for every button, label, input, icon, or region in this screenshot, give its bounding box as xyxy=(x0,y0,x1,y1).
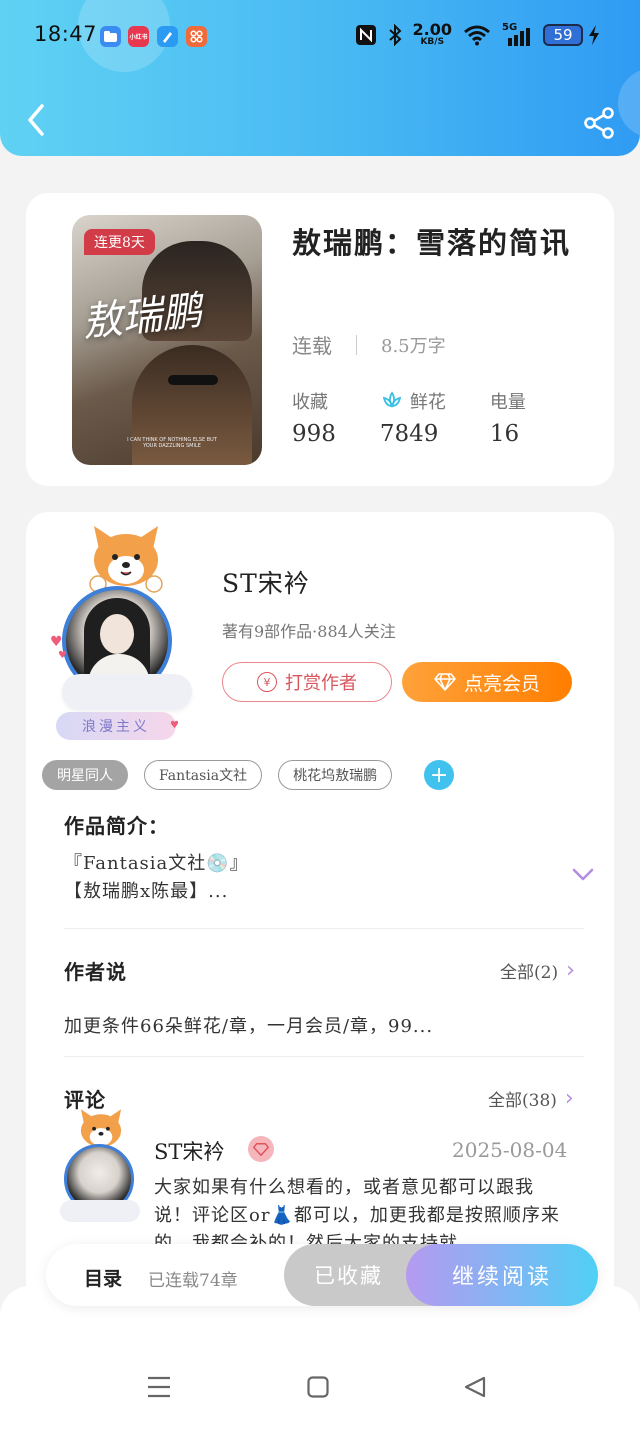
divider xyxy=(356,334,357,355)
continue-reading-button[interactable]: 继续阅读 xyxy=(406,1244,598,1306)
tag-item[interactable]: Fantasia文社 xyxy=(144,760,263,790)
read-label: 继续阅读 xyxy=(451,1265,552,1290)
author-card: ♥ ♥ 浪漫主义 ♥ ST宋衿 著有9部作品·884人关注 ¥ 打赏作者 点亮会… xyxy=(26,512,614,1312)
cover-glasses xyxy=(168,375,218,385)
chevron-right-icon: › xyxy=(564,1086,574,1111)
wifi-icon xyxy=(464,25,490,45)
vip-badge-icon xyxy=(248,1136,274,1162)
heart-icon: ♥ xyxy=(58,650,67,661)
system-nav-bar xyxy=(0,1286,640,1429)
book-stats: 收藏 998 鲜花 7849 电量 16 xyxy=(292,389,570,447)
read-action-bar: 目录 已连载74章 已收藏 继续阅读 xyxy=(46,1244,598,1306)
all-label: 全部(2) xyxy=(500,963,559,983)
yen-icon: ¥ xyxy=(257,672,277,692)
network-speed: 2.00 KB/S xyxy=(413,22,452,47)
home-icon[interactable] xyxy=(307,1376,329,1398)
stat-favorites: 收藏 998 xyxy=(292,389,336,447)
book-cover[interactable]: 敖瑞鹏 连更8天 I CAN THINK OF NOTHING ELSE BUT… xyxy=(72,215,262,465)
stat-flowers[interactable]: 鲜花 7849 xyxy=(380,389,446,447)
chevron-down-icon[interactable] xyxy=(572,868,594,882)
tip-label: 打赏作者 xyxy=(285,673,357,694)
intro-title: 作品简介： xyxy=(64,814,169,838)
share-icon[interactable] xyxy=(582,106,616,140)
word-count: 8.5万字 xyxy=(381,335,446,357)
toc-button[interactable]: 目录 xyxy=(84,1264,122,1291)
tag-item[interactable]: 明星同人 xyxy=(42,760,128,790)
files-app-icon xyxy=(100,26,121,47)
notes-app-icon xyxy=(157,26,178,47)
battery-level: 59 xyxy=(553,25,573,44)
author-avatar-frame[interactable]: ♥ ♥ 浪漫主义 ♥ xyxy=(50,524,210,740)
divider xyxy=(64,928,584,929)
lotus-icon xyxy=(382,391,402,408)
comments-all-link[interactable]: 全部(38) › xyxy=(488,1086,574,1111)
author-say-all-link[interactable]: 全部(2) › xyxy=(500,958,575,983)
intro-line: 『Fantasia文社💿』 xyxy=(64,853,249,874)
update-streak-badge: 连更8天 xyxy=(84,229,155,255)
chevron-left-icon[interactable] xyxy=(24,102,48,138)
cloud-decor xyxy=(62,674,192,710)
stat-value: 7849 xyxy=(379,421,439,447)
cover-caption: I CAN THINK OF NOTHING ELSE BUT YOUR DAZ… xyxy=(127,437,217,449)
cloud-decor xyxy=(60,1200,140,1222)
charging-icon xyxy=(589,24,599,45)
book-status: 连载 xyxy=(292,334,332,358)
book-info-card: 敖瑞鹏 连更8天 I CAN THINK OF NOTHING ELSE BUT… xyxy=(26,193,614,486)
tip-author-button[interactable]: ¥ 打赏作者 xyxy=(222,662,392,702)
author-say-title: 作者说 xyxy=(64,960,127,984)
cover-title: 敖瑞鹏 xyxy=(79,287,205,347)
book-meta: 连载 8.5万字 xyxy=(292,330,446,359)
commenter-name[interactable]: ST宋衿 xyxy=(154,1136,224,1166)
stat-label: 收藏 xyxy=(292,392,328,413)
grid-app-icon xyxy=(186,26,207,47)
speed-value: 2.00 xyxy=(412,20,452,39)
divider xyxy=(64,1056,584,1057)
nfc-icon xyxy=(355,24,376,45)
author-say-text[interactable]: 加更条件66朵鲜花/章，一月会员/章，99... xyxy=(64,1012,433,1038)
stat-power[interactable]: 电量 16 xyxy=(490,389,526,447)
corgi-frame-icon xyxy=(89,526,163,593)
author-stats: 著有9部作品·884人关注 xyxy=(222,622,396,641)
menu-icon[interactable] xyxy=(147,1376,171,1398)
chapter-count: 已连载74章 xyxy=(148,1271,238,1291)
add-tag-button[interactable]: + xyxy=(424,760,455,790)
status-bar: 18:47 小红书 2.00 KB/S 5G 59 xyxy=(0,0,640,72)
intro-text[interactable]: 『Fantasia文社💿』 【敖瑞鹏x陈最】... xyxy=(64,850,249,906)
status-icons: 2.00 KB/S 5G 59 xyxy=(355,22,600,47)
heart-icon: ♥ xyxy=(170,720,179,731)
comment-date: 2025-08-04 xyxy=(452,1138,568,1162)
vip-button[interactable]: 点亮会员 xyxy=(402,662,572,702)
vip-label: 点亮会员 xyxy=(463,672,540,695)
fav-label: 已收藏 xyxy=(314,1264,383,1288)
decor-bubble xyxy=(618,68,640,138)
stat-label: 电量 xyxy=(489,392,526,413)
battery-indicator: 59 xyxy=(543,23,583,46)
speed-unit: KB/S xyxy=(420,37,445,47)
tag-item[interactable]: 桃花坞敖瑞鹏 xyxy=(278,760,393,790)
author-name[interactable]: ST宋衿 xyxy=(222,564,310,600)
book-title: 敖瑞鹏：雪落的简讯 xyxy=(292,226,572,260)
avatar-tag: 浪漫主义 xyxy=(56,712,176,740)
tag-list: 明星同人 Fantasia文社 桃花坞敖瑞鹏 + xyxy=(42,760,455,790)
chevron-right-icon: › xyxy=(566,958,575,983)
cellular-signal: 5G xyxy=(502,22,532,46)
xiaohongshu-app-icon: 小红书 xyxy=(128,26,149,47)
stat-label-row: 鲜花 xyxy=(380,389,446,413)
stat-value: 16 xyxy=(489,421,520,447)
stat-value: 998 xyxy=(292,421,336,447)
bluetooth-icon xyxy=(388,23,401,46)
diamond-icon xyxy=(434,673,456,691)
status-time: 18:47 xyxy=(34,22,98,46)
stat-label: 鲜花 xyxy=(409,392,446,413)
all-label: 全部(38) xyxy=(488,1091,557,1111)
header: 18:47 小红书 2.00 KB/S 5G 59 xyxy=(0,0,640,156)
xiaohongshu-label: 小红书 xyxy=(129,34,148,41)
comment-avatar[interactable] xyxy=(56,1108,146,1228)
intro-line: 【敖瑞鹏x陈最】... xyxy=(64,881,229,902)
heart-icon: ♥ xyxy=(50,634,63,650)
signal-bars-icon xyxy=(508,27,530,46)
back-triangle-icon[interactable] xyxy=(464,1376,486,1398)
